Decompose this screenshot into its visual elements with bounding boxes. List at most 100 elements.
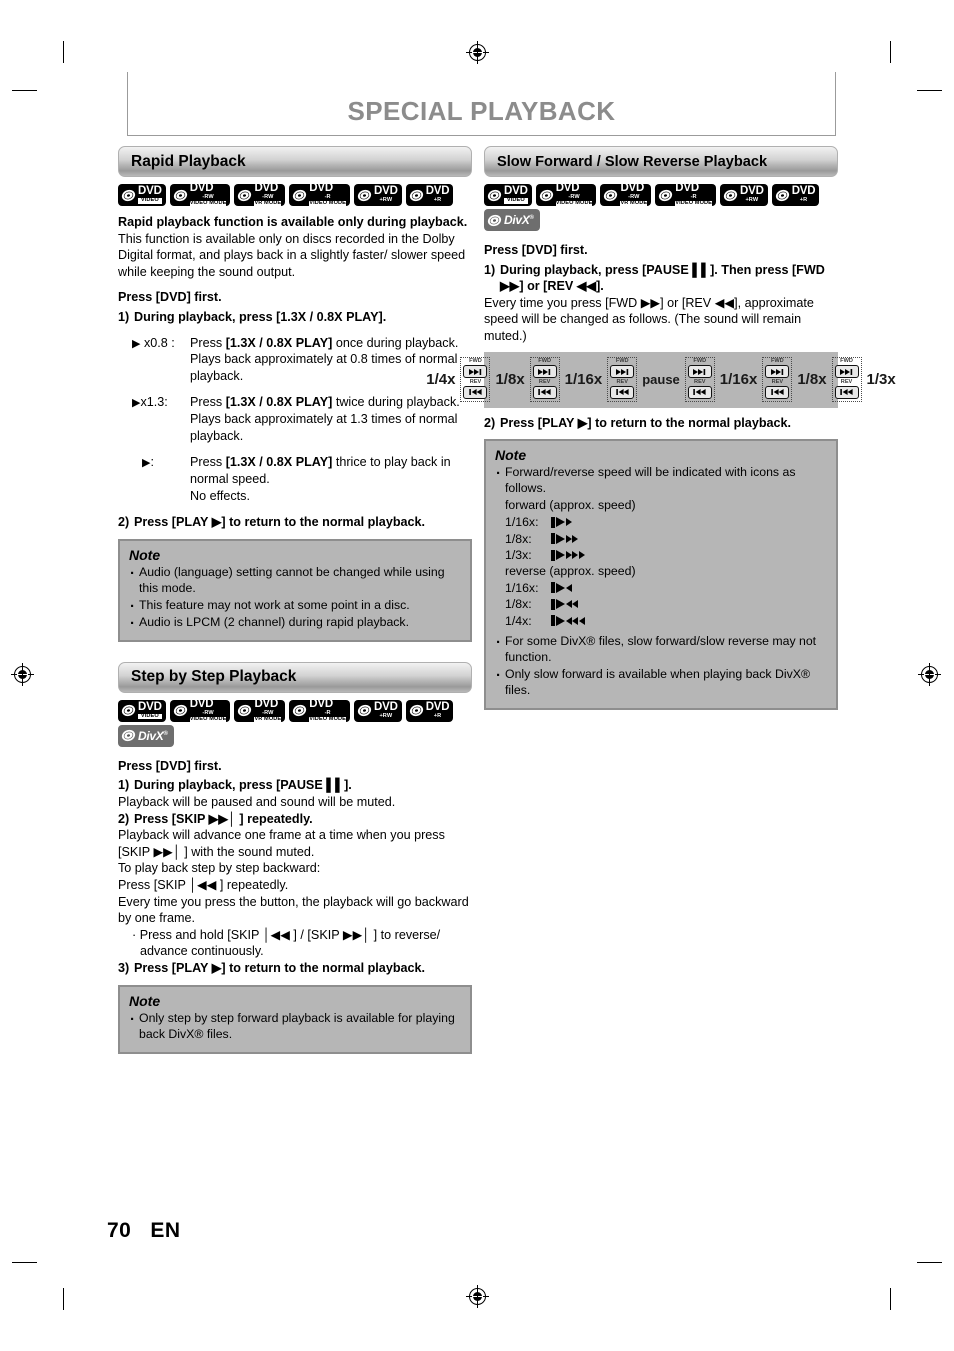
rev-button-icon (532, 385, 557, 399)
speed-label-6: 1/8x (797, 371, 827, 389)
step-item-2-sub-c: Press [SKIP │◀◀ ] repeatedly. (118, 877, 289, 892)
note-item: Audio is LPCM (2 channel) during rapid p… (129, 614, 461, 633)
fwd-button-icon (834, 365, 859, 379)
fwd-rev-button-pair-1: FWD REV (460, 357, 491, 403)
disc-badge-dvd-plus-rw: DVD +RW (720, 184, 768, 206)
disc-badge-main: DVD (504, 185, 528, 198)
disc-badge-divx: DivX® (484, 209, 540, 231)
forward-speed-row-2: 1/8x: (495, 531, 827, 547)
rev-caption: REV (694, 378, 706, 385)
reverse-speed-icon-2x (551, 598, 579, 610)
play-triangle-icon: ▶ (132, 337, 141, 350)
fwd-button-icon (765, 365, 790, 379)
note-box-rapid-playback: Note Audio (language) setting cannot be … (118, 538, 472, 642)
disc-badge-dvd-rw-vr-mode: DVD -RW VR MODE (234, 183, 286, 207)
rev-button-icon (463, 385, 488, 399)
speed-label-3: 1/16x (564, 371, 603, 389)
disc-badge-sub1: +R (433, 712, 442, 719)
note-title: Note (129, 546, 161, 563)
reverse-speed-icon-3x (551, 615, 585, 627)
page-title: SPECIAL PLAYBACK (347, 96, 616, 126)
note-list: Audio (language) setting cannot be chang… (129, 564, 461, 633)
reverse-speed-label: reverse (approx. speed) (505, 563, 636, 578)
disc-badge-main: DVD (791, 185, 816, 198)
disc-badge-main: DVD (309, 697, 333, 710)
disc-badge-main: DVD (620, 182, 645, 195)
note-item: Only slow forward is available when play… (495, 666, 827, 699)
section-heading-rapid-playback: Rapid Playback (118, 146, 472, 177)
disc-badge-row-rapid: DVD VIDEO DVD -RW VIDEO MODE DVD -RW VR … (118, 182, 472, 207)
note-box-slow-forward-reverse: Note Forward/reverse speed will be indic… (484, 439, 838, 710)
rapid-step-2-text: Press [PLAY ▶] to return to the normal p… (134, 515, 426, 530)
forward-speed-label: forward (approx. speed) (505, 498, 636, 513)
section-heading-step-by-step: Step by Step Playback (118, 661, 472, 693)
disc-badge-dvd-video: DVD VIDEO (118, 699, 166, 722)
slow-step-1-text: During playback, press [PAUSE ▌▌]. Then … (500, 262, 825, 294)
disc-badge-dvd-rw-vr-mode: DVD -RW VR MODE (234, 698, 286, 723)
slow-step-1-number: 1) (484, 262, 496, 277)
fwd-caption: FWD (538, 358, 552, 365)
fwd-button-icon (610, 365, 635, 379)
disc-badge-sub2: VIDEO (138, 713, 162, 720)
note-title: Note (495, 447, 527, 464)
rev-button-icon (765, 385, 790, 399)
disc-badge-main: DVD (374, 185, 398, 198)
reverse-speed-key: 1/4x: (505, 613, 532, 628)
disc-badge-dvd-plus-rw: DVD +RW (354, 699, 402, 722)
disc-badge-dvd-plus-r: DVD +R (771, 184, 820, 206)
fwd-button-icon (532, 365, 557, 379)
rev-caption: REV (616, 378, 628, 385)
fwd-caption: FWD (693, 358, 707, 365)
forward-speed-row-1: 1/16x: (495, 514, 827, 530)
disc-badge-dvd-r-video-mode: DVD -R VIDEO MODE (289, 697, 350, 723)
step-item-2-number: 2) (118, 811, 130, 826)
slow-press-dvd-first: Press [DVD] first. (484, 243, 588, 257)
note-list: Only step by step forward playback is av… (129, 1010, 461, 1043)
divx-label: DivX® (138, 728, 168, 743)
fwd-rev-button-pair-3: FWD REV (607, 357, 638, 403)
forward-speed-key: 1/3x: (505, 548, 532, 563)
disc-badge-sub2: VIDEO (138, 197, 162, 204)
disc-badge-dvd-rw-video-mode: DVD -RW VIDEO MODE (169, 697, 231, 723)
crop-mark-top-left-horizontal (12, 90, 37, 91)
forward-speed-icon-1x (551, 516, 572, 528)
disc-badge-dvd-plus-rw: DVD +RW (354, 184, 402, 206)
disc-badge-main: DVD (189, 182, 214, 195)
slow-step-2: 2) Press [PLAY ▶] to return to the norma… (484, 415, 838, 432)
disc-badge-main: DVD (189, 697, 214, 710)
fwd-rev-button-pair-4: FWD REV (684, 357, 715, 403)
rev-button-icon (834, 385, 859, 399)
rapid-lead-bold: Rapid playback function is available onl… (118, 215, 468, 229)
rapid-step-2: 2) Press [PLAY ▶] to return to the norma… (118, 514, 472, 531)
divx-badge-row-step: DivX® (118, 724, 472, 747)
registration-mark-left (11, 663, 34, 686)
disc-badge-sub1: +RW (379, 712, 393, 719)
disc-badge-sub1: +R (433, 197, 442, 204)
rev-button-icon (610, 385, 635, 399)
disc-badge-dvd-plus-r: DVD +R (405, 184, 454, 206)
step-item-1-text: During playback, press [PAUSE ▌▌]. (134, 778, 352, 793)
right-column: Slow Forward / Slow Reverse Playback DVD… (426, 146, 896, 710)
section-rapid-playback: Rapid Playback DVD VIDEO DVD -RW VIDEO M… (118, 146, 472, 642)
registration-mark-top (466, 41, 489, 64)
registration-mark-right (918, 663, 941, 686)
note-item: For some DivX® files, slow forward/slow … (495, 633, 827, 666)
slow-step-2-number: 2) (484, 415, 496, 430)
step-item-2-bullet: · Press and hold [SKIP │◀◀ ] / [SKIP ▶▶│… (132, 927, 441, 959)
disc-badge-sub1: +RW (379, 197, 393, 204)
crop-mark-bottom-right-horizontal (917, 1262, 942, 1263)
section-heading-slow-forward-reverse: Slow Forward / Slow Reverse Playback (484, 146, 838, 177)
disc-badge-row-step: DVD VIDEO DVD -RW VIDEO MODE DVD -RW VR … (118, 697, 472, 723)
slow-step-1-sub: Every time you press [FWD ▶▶] or [REV ◀◀… (484, 295, 814, 344)
disc-badge-sub1: +RW (745, 197, 759, 204)
page-folio: 70 EN (107, 1219, 181, 1243)
disc-badge-sub2: VR MODE (620, 200, 648, 207)
forward-speed-icon-3x (551, 549, 585, 561)
rapid-press-dvd-first: Press [DVD] first. (118, 290, 222, 305)
fwd-rev-button-pair-2: FWD REV (529, 357, 560, 403)
note-item: Only step by step forward playback is av… (129, 1010, 461, 1043)
note-list-2: For some DivX® files, slow forward/slow … (495, 633, 827, 699)
divx-badge-row-slow: DivX® (484, 209, 838, 231)
rev-caption: REV (538, 378, 551, 385)
disc-badge-sub2: VIDEO (504, 197, 528, 204)
